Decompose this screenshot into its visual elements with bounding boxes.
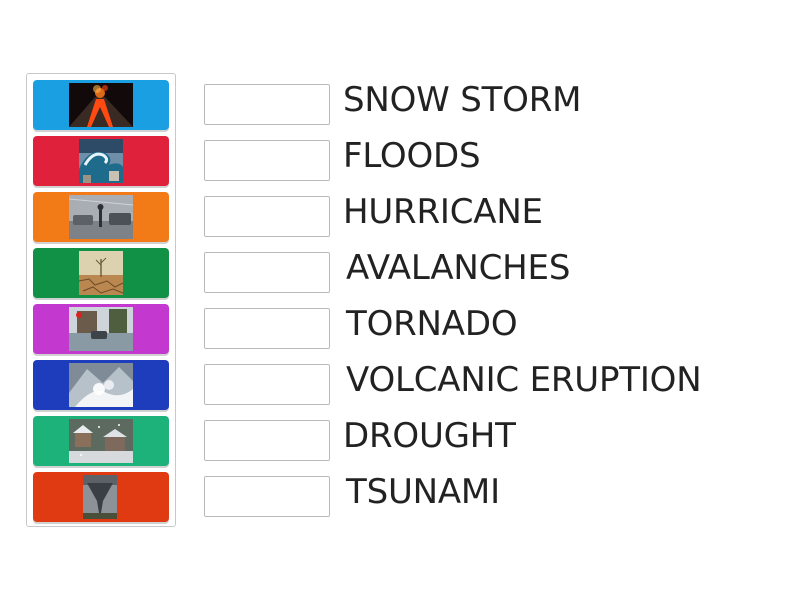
drop-slot-4[interactable] [204,252,330,293]
drop-slot-3[interactable] [204,196,330,237]
word-label: AVALANCHES [346,248,571,288]
tornado-funnel-image [83,475,117,519]
tile-flood[interactable] [33,304,169,354]
tile-hurricane[interactable] [33,192,169,242]
tile-drought[interactable] [33,248,169,298]
word-label: HURRICANE [343,192,543,232]
drop-slot-6[interactable] [204,364,330,405]
word-label: SNOW STORM [343,80,582,120]
word-label: VOLCANIC ERUPTION [346,360,702,400]
volcano-eruption-image [69,83,133,127]
tile-volcano[interactable] [33,80,169,130]
word-label: DROUGHT [343,416,516,456]
tile-snow-storm[interactable] [33,416,169,466]
word-label: TSUNAMI [346,472,500,512]
snow-storm-town-image [69,419,133,463]
flooded-street-image [69,307,133,351]
hurricane-street-image [69,195,133,239]
word-label: TORNADO [346,304,518,344]
drop-slot-7[interactable] [204,420,330,461]
drop-slot-1[interactable] [204,84,330,125]
avalanche-snow-image [69,363,133,407]
word-label: FLOODS [343,136,481,176]
tsunami-wave-image [79,139,123,183]
tile-tornado[interactable] [33,472,169,522]
drop-slot-5[interactable] [204,308,330,349]
drop-slot-2[interactable] [204,140,330,181]
drop-slot-8[interactable] [204,476,330,517]
drought-cracked-earth-image [79,251,123,295]
tile-tsunami[interactable] [33,136,169,186]
tile-avalanche[interactable] [33,360,169,410]
image-tile-panel [26,73,176,527]
